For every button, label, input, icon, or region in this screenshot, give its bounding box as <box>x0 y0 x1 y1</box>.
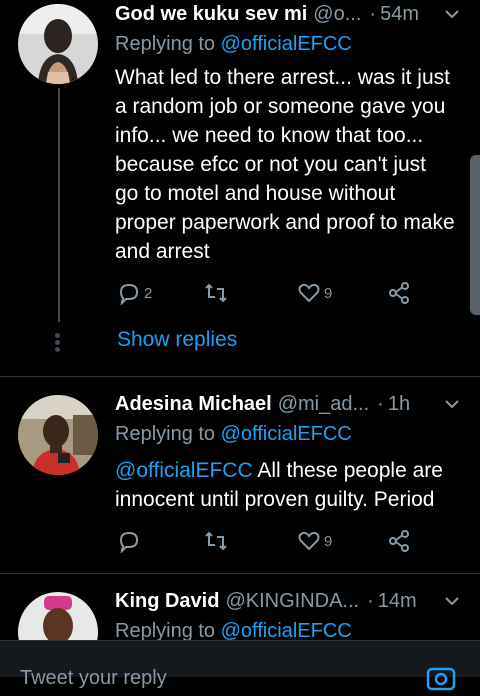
display-name[interactable]: King David <box>115 590 219 613</box>
thread-line <box>58 88 60 322</box>
tweet-header: Adesina Michael @mi_ad... · 1h <box>115 390 466 418</box>
user-handle[interactable]: @mi_ad... <box>278 393 369 416</box>
retweet-button[interactable] <box>203 529 229 553</box>
tweet-actions: 2 9 <box>115 281 415 311</box>
avatar[interactable] <box>18 395 98 475</box>
tweet-header: King David @KINGINDA... · 14m <box>115 587 466 615</box>
share-icon <box>389 282 409 304</box>
replying-mention[interactable]: @officialEFCC <box>221 33 352 55</box>
like-count: 9 <box>324 532 333 550</box>
like-button[interactable]: 9 <box>297 281 332 305</box>
thread-dots <box>55 333 60 354</box>
separator-dot: · <box>367 589 374 612</box>
reply-count: 2 <box>144 284 153 302</box>
timestamp[interactable]: 54m <box>380 3 419 26</box>
tweet-1[interactable]: God we kuku sev mi @o... · 54m Replying … <box>0 0 480 376</box>
timestamp[interactable]: 1h <box>388 393 410 416</box>
like-icon <box>298 283 320 303</box>
scrollbar[interactable] <box>470 155 480 315</box>
compose-input[interactable]: Tweet your reply <box>20 667 167 690</box>
replying-label: Replying to <box>115 423 216 445</box>
tweet-2[interactable]: Adesina Michael @mi_ad... · 1h Replying … <box>0 377 480 573</box>
like-count: 9 <box>324 284 333 302</box>
replying-mention[interactable]: @officialEFCC <box>221 620 352 640</box>
share-button[interactable] <box>387 529 411 553</box>
retweet-button[interactable] <box>203 281 229 305</box>
chevron-down-icon[interactable] <box>442 4 462 30</box>
show-replies-link[interactable]: Show replies <box>117 328 237 352</box>
replying-to: Replying to @officialEFCC <box>115 620 352 640</box>
tweet-text: What led to there arrest... was it just … <box>115 66 455 263</box>
share-button[interactable] <box>387 281 411 305</box>
user-handle[interactable]: @o... <box>313 3 361 26</box>
reply-icon <box>119 531 139 553</box>
chevron-down-icon[interactable] <box>442 591 462 617</box>
replying-label: Replying to <box>115 33 216 55</box>
reply-compose-bar[interactable]: Tweet your reply <box>0 640 480 691</box>
display-name[interactable]: Adesina Michael <box>115 393 272 416</box>
replying-to: Replying to @officialEFCC <box>115 423 352 446</box>
avatar[interactable] <box>18 4 98 84</box>
tweet-actions: 9 <box>115 529 415 559</box>
replying-mention[interactable]: @officialEFCC <box>221 423 352 445</box>
retweet-icon <box>205 283 227 303</box>
like-button[interactable]: 9 <box>297 529 332 553</box>
inline-mention[interactable]: @officialEFCC <box>115 459 253 482</box>
replying-to: Replying to @officialEFCC <box>115 33 352 56</box>
tweet-header: God we kuku sev mi @o... · 54m <box>115 0 466 28</box>
tweet-text: @officialEFCC All these people are innoc… <box>115 456 455 514</box>
separator-dot: · <box>369 2 377 25</box>
retweet-icon <box>205 531 227 551</box>
reply-button[interactable] <box>117 529 141 553</box>
reply-icon <box>119 283 139 305</box>
display-name[interactable]: God we kuku sev mi <box>115 3 307 26</box>
chevron-down-icon[interactable] <box>442 394 462 420</box>
like-icon <box>298 531 320 551</box>
avatar[interactable] <box>18 592 98 640</box>
separator-dot: · <box>377 392 384 415</box>
reply-button[interactable]: 2 <box>117 281 152 305</box>
replying-label: Replying to <box>115 620 216 640</box>
tweet-3[interactable]: King David @KINGINDA... · 14m Replying t… <box>0 574 480 640</box>
share-icon <box>389 530 409 552</box>
camera-icon[interactable] <box>425 663 457 696</box>
user-handle[interactable]: @KINGINDA... <box>225 590 359 613</box>
timestamp[interactable]: 14m <box>378 590 417 613</box>
